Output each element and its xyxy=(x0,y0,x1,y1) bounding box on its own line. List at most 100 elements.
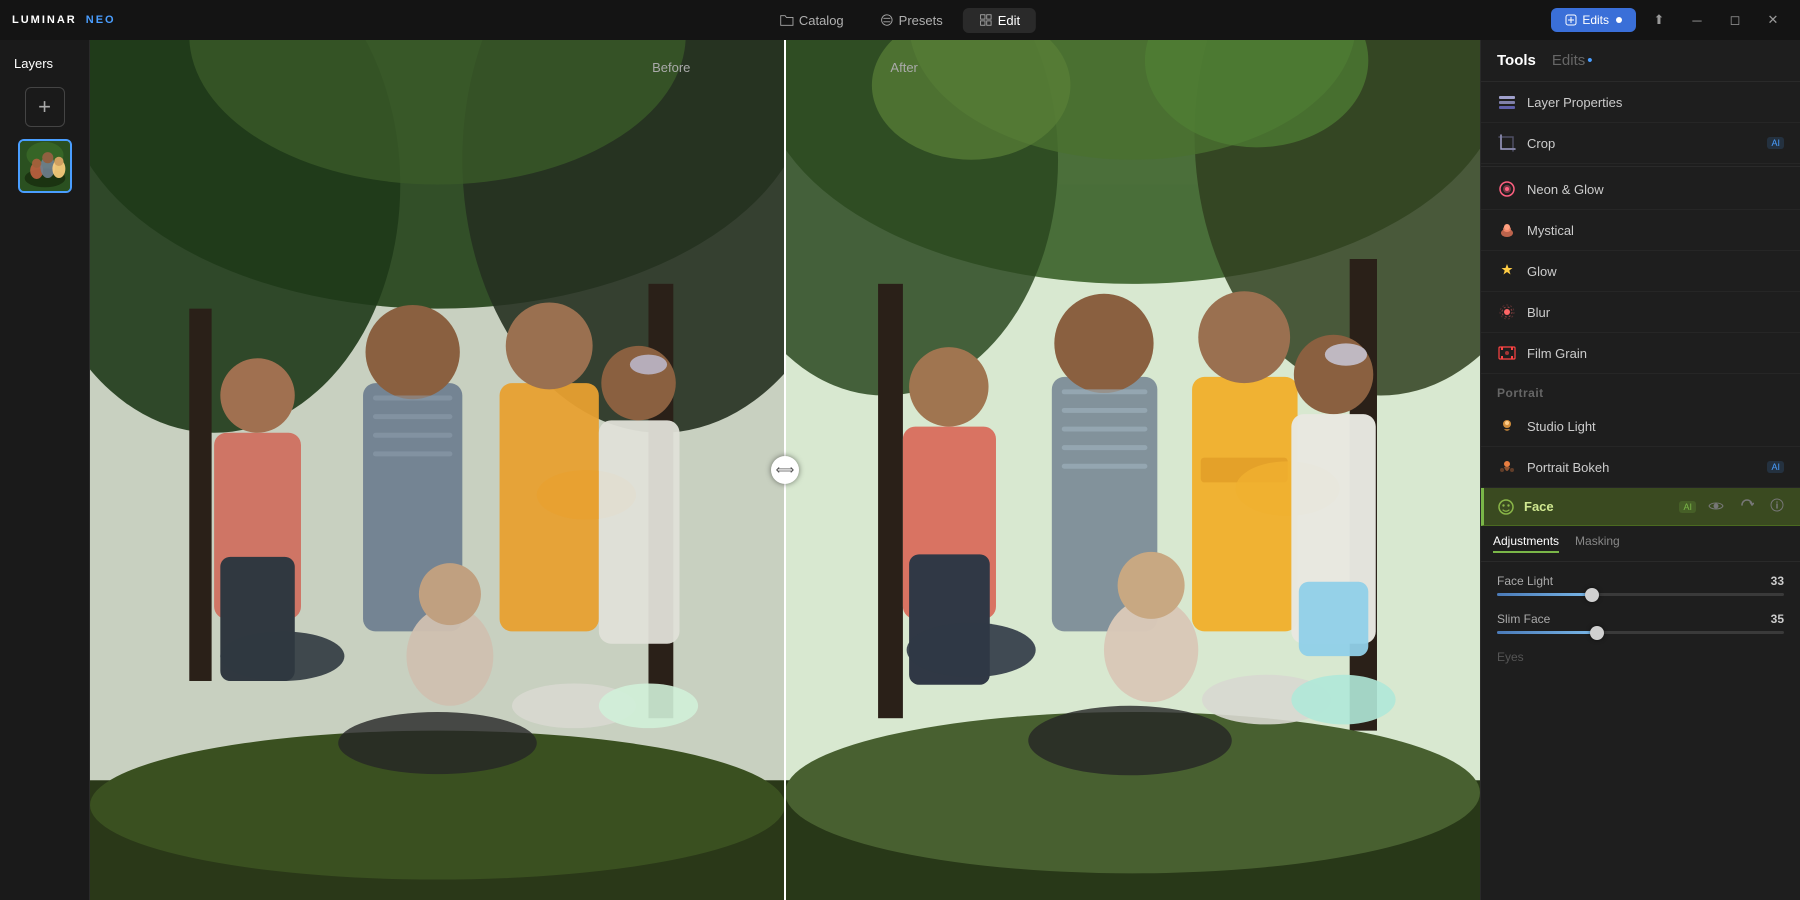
image-container[interactable]: ⟺ xyxy=(90,40,1480,900)
before-photo xyxy=(90,40,785,900)
face-info-button[interactable] xyxy=(1766,496,1788,517)
portrait-bokeh-item[interactable]: Portrait Bokeh AI xyxy=(1481,447,1800,488)
right-panel: Tools Edits Layer Properties Cr xyxy=(1480,40,1800,900)
catalog-label: Catalog xyxy=(799,13,844,28)
face-light-label-row: Face Light 33 xyxy=(1497,574,1784,588)
neon-glow-label: Neon & Glow xyxy=(1527,182,1784,197)
layer-thumb-preview xyxy=(20,141,70,191)
face-tool-header[interactable]: Face AI xyxy=(1481,488,1800,526)
eyes-label: Eyes xyxy=(1497,650,1524,664)
layer-properties-label: Layer Properties xyxy=(1527,95,1784,110)
presets-label: Presets xyxy=(899,13,943,28)
adjustments-tab[interactable]: Adjustments xyxy=(1493,534,1559,553)
face-tool-label: Face xyxy=(1524,499,1671,514)
face-light-slider-row: Face Light 33 xyxy=(1497,574,1784,596)
crop-label: Crop xyxy=(1527,136,1757,151)
nav-tabs: Catalog Presets Edit xyxy=(764,8,1036,33)
catalog-tab[interactable]: Catalog xyxy=(764,8,860,33)
layer-properties-item[interactable]: Layer Properties xyxy=(1481,82,1800,123)
film-grain-icon xyxy=(1497,343,1517,363)
maximize-button[interactable]: ◻ xyxy=(1720,9,1750,31)
studio-light-icon xyxy=(1497,416,1517,436)
logo-luminar: LUMINAR xyxy=(12,14,77,26)
eyes-slider-row: Eyes xyxy=(1497,650,1784,664)
main-area: Layers + xyxy=(0,40,1800,900)
slim-face-track[interactable] xyxy=(1497,631,1784,634)
logo-icon: LUMINAR NEO xyxy=(12,14,116,26)
face-light-thumb[interactable] xyxy=(1585,588,1599,602)
after-half xyxy=(785,40,1480,900)
adjustments-masking-tabs: Adjustments Masking xyxy=(1481,526,1800,562)
masking-tab[interactable]: Masking xyxy=(1575,534,1620,553)
mystical-item[interactable]: Mystical xyxy=(1481,210,1800,251)
presets-icon xyxy=(880,13,894,27)
face-light-label: Face Light xyxy=(1497,574,1553,588)
folder-icon xyxy=(780,13,794,27)
layer-thumb-svg xyxy=(20,139,70,193)
portrait-bokeh-label: Portrait Bokeh xyxy=(1527,460,1757,475)
layer-properties-icon xyxy=(1497,92,1517,112)
separator-1 xyxy=(1481,166,1800,167)
slim-face-thumb[interactable] xyxy=(1590,626,1604,640)
slim-face-label: Slim Face xyxy=(1497,612,1550,626)
after-photo xyxy=(785,40,1480,900)
portrait-bokeh-icon xyxy=(1497,457,1517,477)
studio-light-label: Studio Light xyxy=(1527,419,1784,434)
tools-tab[interactable]: Tools xyxy=(1497,52,1536,73)
portrait-bokeh-badge: AI xyxy=(1767,461,1784,473)
extras-icon xyxy=(1565,14,1577,26)
eyes-label-row: Eyes xyxy=(1497,650,1784,664)
film-grain-label: Film Grain xyxy=(1527,346,1784,361)
film-grain-item[interactable]: Film Grain xyxy=(1481,333,1800,374)
face-visibility-button[interactable] xyxy=(1704,496,1728,517)
face-icon xyxy=(1496,497,1516,517)
eye-icon xyxy=(1708,500,1724,512)
share-button[interactable]: ⬆ xyxy=(1644,9,1674,31)
tools-edits-tabs: Tools Edits xyxy=(1481,40,1800,82)
canvas-area: Before After xyxy=(90,40,1480,900)
mystical-icon xyxy=(1497,220,1517,240)
blur-icon xyxy=(1497,302,1517,322)
slim-face-value: 35 xyxy=(1771,612,1784,626)
face-light-track[interactable] xyxy=(1497,593,1784,596)
glow-icon xyxy=(1497,261,1517,281)
crop-icon xyxy=(1497,133,1517,153)
layers-panel: Layers + xyxy=(0,40,90,900)
add-layer-button[interactable]: + xyxy=(25,87,65,127)
title-bar: LUMINAR NEO Catalog Presets Edit Edits ⬆… xyxy=(0,0,1800,40)
crop-item[interactable]: Crop AI xyxy=(1481,123,1800,164)
mystical-label: Mystical xyxy=(1527,223,1784,238)
extras-dot xyxy=(1616,17,1622,23)
minimize-button[interactable]: ─ xyxy=(1682,9,1712,31)
neon-glow-icon xyxy=(1497,179,1517,199)
layer-thumbnail[interactable] xyxy=(18,139,72,193)
extras-button[interactable]: Edits xyxy=(1551,8,1636,32)
edit-tab[interactable]: Edit xyxy=(963,8,1036,33)
divider-arrows-icon: ⟺ xyxy=(776,462,795,478)
titlebar-right: Edits ⬆ ─ ◻ ✕ xyxy=(1551,8,1788,32)
face-reset-button[interactable] xyxy=(1736,496,1758,517)
face-light-fill xyxy=(1497,593,1592,596)
layers-title: Layers xyxy=(0,56,53,71)
face-tool-actions xyxy=(1704,496,1788,517)
portrait-section-header: Portrait xyxy=(1481,374,1800,406)
edits-tab[interactable]: Edits xyxy=(1552,52,1593,73)
neon-glow-item[interactable]: Neon & Glow xyxy=(1481,169,1800,210)
close-button[interactable]: ✕ xyxy=(1758,9,1788,31)
extras-label: Edits xyxy=(1582,13,1609,27)
slim-face-slider-row: Slim Face 35 xyxy=(1497,612,1784,634)
presets-tab[interactable]: Presets xyxy=(864,8,959,33)
add-layer-icon: + xyxy=(38,94,51,120)
logo-neo: NEO xyxy=(86,14,116,26)
divider-handle[interactable]: ⟺ xyxy=(771,456,799,484)
edit-icon xyxy=(979,13,993,27)
studio-light-item[interactable]: Studio Light xyxy=(1481,406,1800,447)
info-icon xyxy=(1770,498,1784,512)
slim-face-label-row: Slim Face 35 xyxy=(1497,612,1784,626)
glow-item[interactable]: Glow xyxy=(1481,251,1800,292)
edit-label: Edit xyxy=(998,13,1020,28)
split-divider[interactable]: ⟺ xyxy=(784,40,786,900)
app-logo: LUMINAR NEO xyxy=(12,14,116,26)
slim-face-fill xyxy=(1497,631,1597,634)
blur-item[interactable]: Blur xyxy=(1481,292,1800,333)
